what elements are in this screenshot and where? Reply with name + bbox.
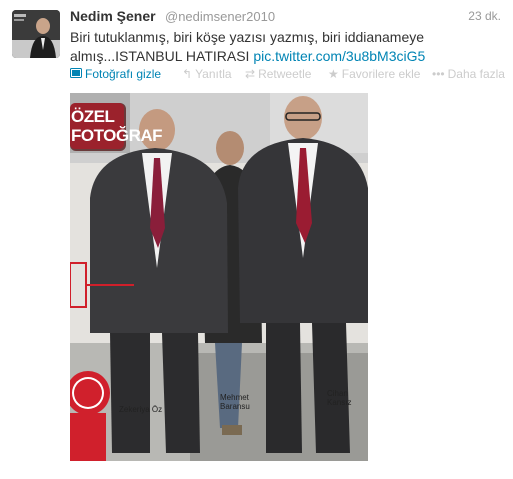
photo-caption-left: Zekeriya Öz xyxy=(119,405,163,414)
dots-icon: ••• xyxy=(432,67,445,81)
timestamp[interactable]: 23 dk. xyxy=(468,9,501,23)
reply-icon: ↰ xyxy=(182,67,193,81)
retweet-icon: ⇄ xyxy=(245,67,256,81)
favorite-button[interactable]: ★ Favorilere ekle xyxy=(328,67,420,81)
avatar[interactable] xyxy=(12,10,60,58)
photo-icon xyxy=(70,67,82,81)
tweet-text-line-1: Biri tutuklanmış, biri köşe yazısı yazmı… xyxy=(70,29,425,45)
tweet: Nedim Şener @nedimsener2010 23 dk. Biri … xyxy=(0,0,513,479)
reply-button[interactable]: ↰ Yanıtla xyxy=(182,67,232,81)
more-button[interactable]: ••• Daha fazla xyxy=(432,67,505,81)
photo-caption-right: Cihan Kansız xyxy=(327,389,352,407)
reply-label: Yanıtla xyxy=(195,67,232,81)
tweet-text-line-2-body: almış...ISTANBUL HATIRASI xyxy=(70,48,254,64)
retweet-button[interactable]: ⇄ Retweetle xyxy=(245,67,311,81)
favorite-label: Favorilere ekle xyxy=(341,67,421,81)
more-label: Daha fazla xyxy=(447,67,505,81)
display-name[interactable]: Nedim Şener xyxy=(70,8,156,24)
star-icon: ★ xyxy=(328,67,339,81)
tweet-photo[interactable]: ÖZEL FOTOĞRAF Zekeriya Öz Mehmet Baransu… xyxy=(70,93,368,461)
hide-photo-button[interactable]: Fotoğrafı gizle xyxy=(70,67,161,81)
photo-sign-line-2: FOTOĞRAF xyxy=(71,126,163,145)
media-link[interactable]: pic.twitter.com/3u8bM3ciG5 xyxy=(253,48,425,64)
tweet-actions: Fotoğrafı gizle ↰ Yanıtla ⇄ Retweetle ★ Fav… xyxy=(70,67,510,83)
tweet-text: Biri tutuklanmış, biri köşe yazısı yazmı… xyxy=(70,28,490,66)
retweet-label: Retweetle xyxy=(258,67,312,81)
photo-caption-middle: Mehmet Baransu xyxy=(220,393,250,411)
hide-photo-label: Fotoğrafı gizle xyxy=(85,67,162,81)
photo-illustration xyxy=(70,93,368,461)
tweet-text-line-2: almış...ISTANBUL HATIRASI pic.twitter.co… xyxy=(70,47,490,66)
photo-sign-line-1: ÖZEL xyxy=(71,107,115,126)
photo-sign-text: ÖZEL FOTOĞRAF xyxy=(71,107,163,145)
username[interactable]: @nedimsener2010 xyxy=(165,9,275,24)
